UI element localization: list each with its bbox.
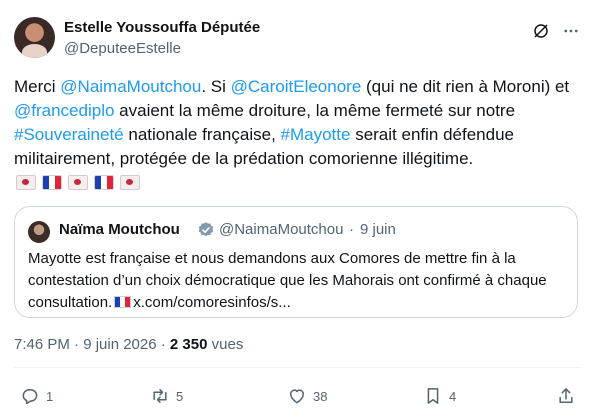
like-count: 38 xyxy=(313,388,328,404)
repost-count: 5 xyxy=(176,388,184,404)
quoted-tweet[interactable]: Naïma Moutchou @NaimaMoutchou · 9 juin M… xyxy=(14,206,578,318)
author-avatar[interactable] xyxy=(14,17,55,58)
mayotte-flag-icon xyxy=(68,175,88,190)
quoted-tweet-link[interactable]: x.com/comoresinfos/s... xyxy=(133,294,291,311)
france-flag-icon xyxy=(42,175,62,190)
bookmark-icon xyxy=(427,388,439,404)
share-button[interactable] xyxy=(556,386,582,406)
text-segment: consultation. xyxy=(28,294,113,311)
repost-icon xyxy=(153,389,167,403)
quoted-author-avatar xyxy=(28,221,50,243)
bookmark-count: 4 xyxy=(449,388,457,404)
quoted-tweet-date: 9 juin xyxy=(360,221,396,238)
tweet-timestamp[interactable]: 7:46 PM · 9 juin 2026 · xyxy=(14,336,170,353)
grok-icon[interactable] xyxy=(532,22,550,40)
hashtag-link[interactable]: #Mayotte xyxy=(281,125,351,144)
text-segment: (qui ne dit rien à Moroni) et xyxy=(361,77,570,96)
mention-link[interactable]: @CaroitEleonore xyxy=(231,77,362,96)
reply-button[interactable]: 1 xyxy=(20,386,53,406)
reply-icon xyxy=(22,389,38,405)
view-count: 2 350 xyxy=(169,336,208,353)
heart-icon xyxy=(290,389,304,404)
views-label: vues xyxy=(207,336,244,353)
separator-dot: · xyxy=(349,221,354,238)
mayotte-flag-icon xyxy=(16,175,36,190)
author-name[interactable]: Estelle Youssouffa Députée xyxy=(64,19,260,36)
text-segment: contestation d’un choix démocratique que… xyxy=(28,272,547,289)
text-segment: Merci xyxy=(14,77,61,96)
text-segment: nationale française, xyxy=(123,125,281,144)
like-button[interactable]: 38 xyxy=(287,386,327,406)
reply-count: 1 xyxy=(46,388,54,404)
text-segment: serait enfin défendue xyxy=(350,125,514,144)
hashtag-link[interactable]: #Souveraineté xyxy=(14,125,124,144)
france-flag-icon xyxy=(94,175,114,190)
text-segment: Mayotte est française et nous demandons … xyxy=(28,250,516,267)
mayotte-flag-icon xyxy=(120,175,140,190)
quoted-tweet-text: Mayotte est française et nous demandons … xyxy=(28,248,568,314)
tweet-text: Merci @NaimaMoutchou. Si @CaroitEleonore… xyxy=(14,75,584,171)
more-options-icon[interactable] xyxy=(562,22,580,40)
mention-link[interactable]: @francediplo xyxy=(14,101,114,120)
quoted-author-handle: @NaimaMoutchou xyxy=(219,221,344,238)
text-segment: . Si xyxy=(201,77,231,96)
quoted-author-name: Naïma Moutchou xyxy=(59,221,180,238)
text-segment: avaient la même droiture, la même fermet… xyxy=(114,101,516,120)
share-icon xyxy=(559,388,573,403)
flag-emoji-row xyxy=(16,175,146,193)
text-segment: militairement, protégée de la prédation … xyxy=(14,149,474,168)
mention-link[interactable]: @NaimaMoutchou xyxy=(60,77,201,96)
author-handle[interactable]: @DeputeeEstelle xyxy=(64,40,181,57)
verified-badge-icon xyxy=(198,222,214,237)
divider xyxy=(14,367,581,368)
repost-button[interactable]: 5 xyxy=(150,386,183,406)
bookmark-button[interactable]: 4 xyxy=(423,386,456,406)
tweet-metadata: 7:46 PM · 9 juin 2026 · 2 350 vues xyxy=(14,336,243,353)
france-flag-icon xyxy=(114,293,132,308)
